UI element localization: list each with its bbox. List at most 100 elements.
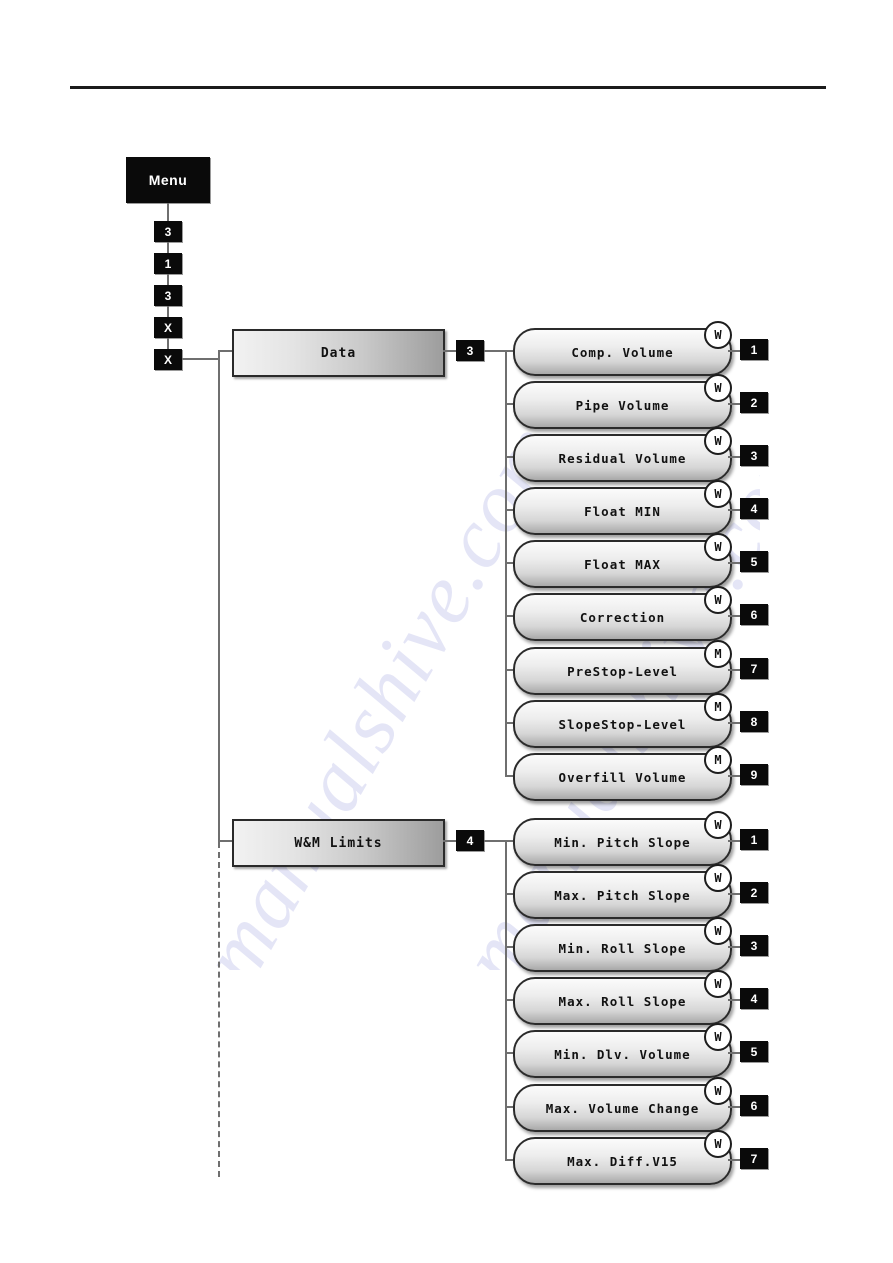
key-badge-label: 3 (164, 288, 172, 303)
item-index-badge[interactable]: 8 (740, 711, 768, 732)
connector-key-3-to-4 (167, 306, 169, 317)
item-box-slopestop-level[interactable]: SlopeStop-Level M (513, 693, 732, 748)
item-index-badge[interactable]: 3 (740, 445, 768, 466)
group-key-badge-wm-limits[interactable]: 4 (456, 830, 484, 851)
key-badge-label: X (163, 352, 172, 367)
marker-badge: W (704, 427, 732, 455)
item-label: SlopeStop-Level (558, 716, 687, 732)
item-box-comp-volume[interactable]: Comp. Volume W (513, 321, 732, 376)
item-label: Residual Volume (558, 450, 687, 466)
marker-badge: W (704, 864, 732, 892)
item-box-max-diff-v15[interactable]: Max. Diff.V15 W (513, 1130, 732, 1185)
item-index-badge[interactable]: 5 (740, 1041, 768, 1062)
item-index-badge[interactable]: 1 (740, 829, 768, 850)
connector-group-wm-to-key (443, 840, 456, 842)
key-badge-2[interactable]: 1 (154, 253, 182, 274)
item-label: Min. Pitch Slope (554, 834, 691, 850)
item-index-badge[interactable]: 7 (740, 1148, 768, 1169)
connector-key-4-to-5 (167, 338, 169, 349)
item-box-min-dlv-volume[interactable]: Min. Dlv. Volume W (513, 1023, 732, 1078)
marker-badge: M (704, 746, 732, 774)
group-box-label: Data (320, 345, 357, 361)
item-index-badge[interactable]: 4 (740, 988, 768, 1009)
menu-title-label: Menu (148, 172, 188, 188)
item-box-float-min[interactable]: Float MIN W (513, 480, 732, 535)
item-index-label: 5 (750, 1044, 758, 1059)
marker-badge: W (704, 917, 732, 945)
key-badge-5[interactable]: X (154, 349, 182, 370)
item-index-label: 6 (750, 1098, 758, 1113)
item-index-badge[interactable]: 4 (740, 498, 768, 519)
connector-key-5-to-trunk (182, 358, 220, 360)
item-box-correction[interactable]: Correction W (513, 586, 732, 641)
marker-badge: M (704, 640, 732, 668)
group-box-label: W&M Limits (294, 835, 383, 851)
marker-badge: W (704, 1023, 732, 1051)
item-box-residual-volume[interactable]: Residual Volume W (513, 427, 732, 482)
connector-trunk-to-group-data (218, 350, 232, 352)
item-box-max-pitch-slope[interactable]: Max. Pitch Slope W (513, 864, 732, 919)
marker-badge: W (704, 374, 732, 402)
key-badge-label: 1 (164, 256, 172, 271)
connector-key-2-to-3 (167, 274, 169, 285)
marker-badge: W (704, 1077, 732, 1105)
item-box-prestop-level[interactable]: PreStop-Level M (513, 640, 732, 695)
item-index-badge[interactable]: 2 (740, 392, 768, 413)
item-box-pipe-volume[interactable]: Pipe Volume W (513, 374, 732, 429)
header-rule (70, 86, 826, 89)
marker-badge: W (704, 970, 732, 998)
item-index-badge[interactable]: 6 (740, 1095, 768, 1116)
key-badge-label: X (163, 320, 172, 335)
item-label: Correction (579, 609, 666, 625)
group-key-badge-label: 4 (466, 833, 474, 848)
item-index-badge[interactable]: 1 (740, 339, 768, 360)
menu-title-box: Menu (126, 157, 210, 203)
item-label: Max. Diff.V15 (567, 1153, 678, 1169)
marker-badge: W (704, 586, 732, 614)
item-label: Float MIN (584, 503, 661, 519)
key-badge-3[interactable]: 3 (154, 285, 182, 306)
marker-badge: W (704, 1130, 732, 1158)
item-index-label: 6 (750, 607, 758, 622)
item-box-max-volume-change[interactable]: Max. Volume Change W (513, 1077, 732, 1132)
item-index-badge[interactable]: 2 (740, 882, 768, 903)
item-box-overfill-volume[interactable]: Overfill Volume M (513, 746, 732, 801)
group-box-wm-limits[interactable]: W&M Limits (232, 819, 445, 867)
item-index-badge[interactable]: 5 (740, 551, 768, 572)
item-index-label: 1 (750, 832, 758, 847)
marker-badge: W (704, 480, 732, 508)
main-trunk-line (218, 350, 220, 842)
diagram-page: manualshive.com manualshive.com Menu 3 1… (0, 0, 893, 1263)
item-index-label: 7 (750, 661, 758, 676)
key-badge-label: 3 (164, 224, 172, 239)
item-index-label: 2 (750, 885, 758, 900)
marker-badge: W (704, 533, 732, 561)
item-index-label: 2 (750, 395, 758, 410)
item-label: Min. Dlv. Volume (554, 1046, 691, 1062)
connector-key-to-branch-data (484, 350, 506, 352)
group-box-data[interactable]: Data (232, 329, 445, 377)
item-label: Comp. Volume (571, 344, 674, 360)
item-label: Max. Volume Change (545, 1100, 700, 1116)
item-box-float-max[interactable]: Float MAX W (513, 533, 732, 588)
item-box-min-roll-slope[interactable]: Min. Roll Slope W (513, 917, 732, 972)
item-box-min-pitch-slope[interactable]: Min. Pitch Slope W (513, 811, 732, 866)
marker-badge: W (704, 321, 732, 349)
item-index-label: 4 (750, 501, 758, 516)
item-label: PreStop-Level (567, 663, 678, 679)
main-trunk-line-dashed (218, 842, 220, 1177)
group-key-badge-data[interactable]: 3 (456, 340, 484, 361)
key-badge-1[interactable]: 3 (154, 221, 182, 242)
key-badge-4[interactable]: X (154, 317, 182, 338)
item-index-badge[interactable]: 3 (740, 935, 768, 956)
item-index-label: 4 (750, 991, 758, 1006)
item-index-badge[interactable]: 9 (740, 764, 768, 785)
item-label: Max. Roll Slope (558, 993, 687, 1009)
item-index-badge[interactable]: 7 (740, 658, 768, 679)
item-index-badge[interactable]: 6 (740, 604, 768, 625)
item-label: Min. Roll Slope (558, 940, 687, 956)
marker-badge: W (704, 811, 732, 839)
connector-key-to-branch-wm (484, 840, 506, 842)
item-box-max-roll-slope[interactable]: Max. Roll Slope W (513, 970, 732, 1025)
group-key-badge-label: 3 (466, 343, 474, 358)
